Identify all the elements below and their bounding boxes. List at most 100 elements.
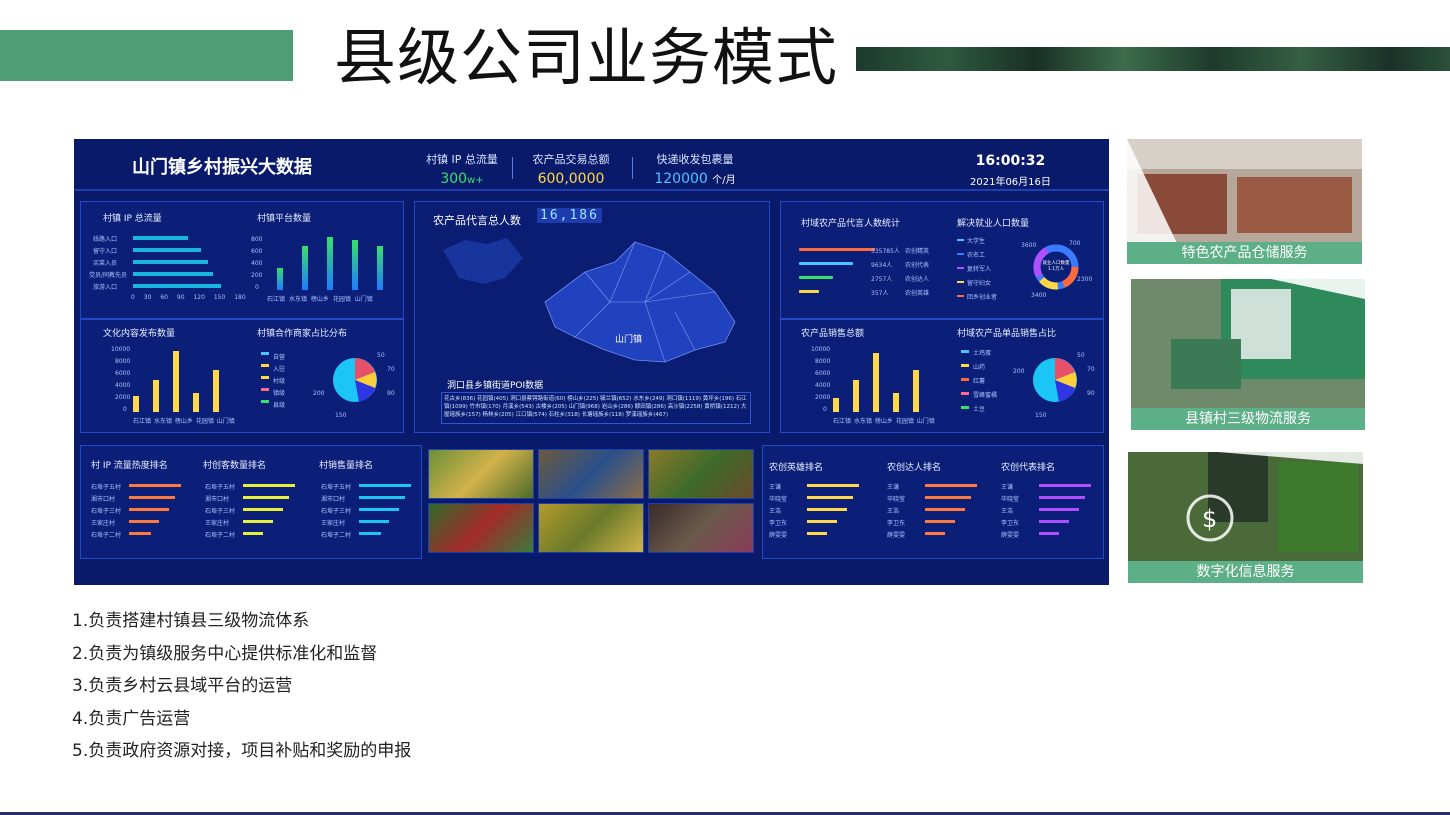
panel-title: 文化内容发布数量 xyxy=(103,329,176,339)
rank-label: 王家庄村 xyxy=(321,520,346,527)
spokesperson-bar xyxy=(799,262,853,265)
legend-item: 红薯 xyxy=(973,378,986,385)
panel-title: 村镇 IP 总流量 xyxy=(103,214,162,224)
panel-title: 农产品销售总额 xyxy=(801,329,865,339)
rank-bar xyxy=(129,532,151,535)
stat-divider xyxy=(632,157,633,179)
y-tick: 6000 xyxy=(115,370,131,377)
photo-thumbnail[interactable] xyxy=(428,449,534,499)
spokesperson-bar xyxy=(799,290,819,293)
panel-rankings-left: 村 IP 流量热度排名 村创客数量排名 村销售量排名 石埠子五村 湘市口村 石埠子三… xyxy=(80,445,422,559)
rank-label: 王浩 xyxy=(887,508,900,515)
legend-item: 回乡创业者 xyxy=(967,294,998,301)
donut-label: 2300 xyxy=(1077,276,1093,283)
responsibility-list: 1.负责搭建村镇县三级物流体系 2.负责为镇级服务中心提供标准化和监督 3.负责… xyxy=(72,608,411,771)
rank-bar xyxy=(359,520,389,523)
rank-bar xyxy=(807,508,847,511)
pie-label: 70 xyxy=(387,366,395,373)
responsibility-item: 5.负责政府资源对接，项目补贴和奖励的申报 xyxy=(72,741,412,761)
rank-label: 王谦 xyxy=(887,484,900,491)
y-tick: 800 xyxy=(251,236,263,243)
rank-label: 湘市口村 xyxy=(205,496,230,503)
spokesperson-bar xyxy=(799,248,875,251)
rank-label: 石埠子三村 xyxy=(91,508,122,515)
donut-label: 3400 xyxy=(1031,292,1047,299)
pie-label: 90 xyxy=(1087,390,1095,397)
rank-bar xyxy=(925,508,965,511)
ip-bar xyxy=(133,284,221,288)
culture-bar xyxy=(213,370,219,412)
responsibility-item: 3.负责乡村云县域平台的运营 xyxy=(72,676,293,696)
y-tick: 200 xyxy=(251,272,263,279)
ip-bar xyxy=(133,236,188,240)
donut-label: 3600 xyxy=(1021,242,1037,249)
spokesperson-value: 335785人 xyxy=(871,248,900,255)
y-tick: 10000 xyxy=(811,346,831,353)
y-tick: 0 xyxy=(255,284,259,291)
ip-bar xyxy=(133,248,201,252)
ip-row-label: 买菜入员 xyxy=(93,260,118,267)
panel-map: 农产品代言总人数 16,186 山门镇 洞口县乡镇街道POI数据 花古乡(836… xyxy=(414,201,770,433)
pie-label: 70 xyxy=(1087,366,1095,373)
stat-unit: w+ xyxy=(467,175,484,186)
stat-unit: 个/月 xyxy=(712,175,736,186)
responsibility-item: 2.负责为镇级服务中心提供标准化和监督 xyxy=(72,643,378,664)
rank-label: 石埠子三村 xyxy=(321,508,352,515)
stat-label: 快递收发包裹量 xyxy=(656,153,734,166)
y-tick: 8000 xyxy=(115,358,131,365)
culture-bar xyxy=(153,380,159,412)
photo-thumbnail[interactable] xyxy=(538,503,644,553)
county-map xyxy=(443,238,736,363)
service-card-storage[interactable]: 特色农产品仓储服务 xyxy=(1127,139,1362,264)
y-tick: 600 xyxy=(251,248,263,255)
rank-label: 薛雯雯 xyxy=(769,532,788,539)
photo-thumbnail[interactable] xyxy=(538,449,644,499)
rank-bar xyxy=(359,484,411,487)
stat-divider xyxy=(512,157,513,179)
rank-label: 李卫东 xyxy=(769,520,788,527)
pie-label: 150 xyxy=(1035,412,1047,419)
legend-item: 土鸡蛋 xyxy=(973,350,992,357)
stat-trade: 农产品交易总额 600,0000 xyxy=(529,151,613,187)
platform-bar xyxy=(352,240,358,290)
service-card-logistics[interactable]: 县镇村三级物流服务 xyxy=(1131,279,1365,430)
platform-bar xyxy=(302,246,308,290)
panel-title: 村镇平台数量 xyxy=(257,214,312,224)
legend-item: 留守妇女 xyxy=(967,280,992,287)
spokesperson-label: 农创英雄 xyxy=(905,290,930,297)
service-caption: 数字化信息服务 xyxy=(1128,561,1363,583)
page-title: 县级公司业务模式 xyxy=(334,21,839,94)
legend-item: 自营 xyxy=(273,354,286,361)
service-caption: 特色农产品仓储服务 xyxy=(1127,242,1362,264)
stat-label: 农产品交易总额 xyxy=(532,153,610,166)
service-card-digital[interactable]: $ 数字化信息服务 xyxy=(1128,452,1363,583)
y-tick: 6000 xyxy=(815,370,831,377)
y-tick: 0 xyxy=(123,406,127,413)
rank-label: 石埠子二村 xyxy=(321,532,352,539)
rank-bar xyxy=(807,484,859,487)
photo-thumbnail[interactable] xyxy=(648,503,754,553)
legend-item: 农名工 xyxy=(967,252,986,259)
single-pie-chart xyxy=(1033,358,1077,402)
merchant-legend-swatches xyxy=(261,352,269,403)
header-divider xyxy=(74,189,1109,191)
y-tick: 2000 xyxy=(115,394,131,401)
panel-title: 农产品代言总人数 xyxy=(433,214,521,227)
rank-bar xyxy=(1039,496,1085,499)
rank-label: 薛雯雯 xyxy=(887,532,906,539)
rank-label: 湘市口村 xyxy=(321,496,346,503)
rank-label: 毕晓莹 xyxy=(1001,496,1020,503)
panel-rankings-right: 农创英雄排名 农创达人排名 农创代表排名 王谦 毕晓莹 王浩 李卫东 薛雯雯 王谦 毕晓莹王… xyxy=(762,445,1104,559)
platform-bar xyxy=(327,237,333,290)
pie-label: 200 xyxy=(1013,368,1025,375)
pie-label: 200 xyxy=(313,390,325,397)
rank-bar xyxy=(925,520,955,523)
rank-bar xyxy=(807,496,853,499)
spokesperson-counter: 16,186 xyxy=(537,208,602,223)
rank-bar xyxy=(925,532,945,535)
photo-thumbnail[interactable] xyxy=(428,503,534,553)
photo-thumbnail[interactable] xyxy=(648,449,754,499)
y-tick: 4000 xyxy=(815,382,831,389)
legend-item: 入驻 xyxy=(273,366,286,373)
panel-sales-single: 农产品销售总额 10000 8000 6000 4000 2000 0 石江镇 … xyxy=(780,319,1104,433)
